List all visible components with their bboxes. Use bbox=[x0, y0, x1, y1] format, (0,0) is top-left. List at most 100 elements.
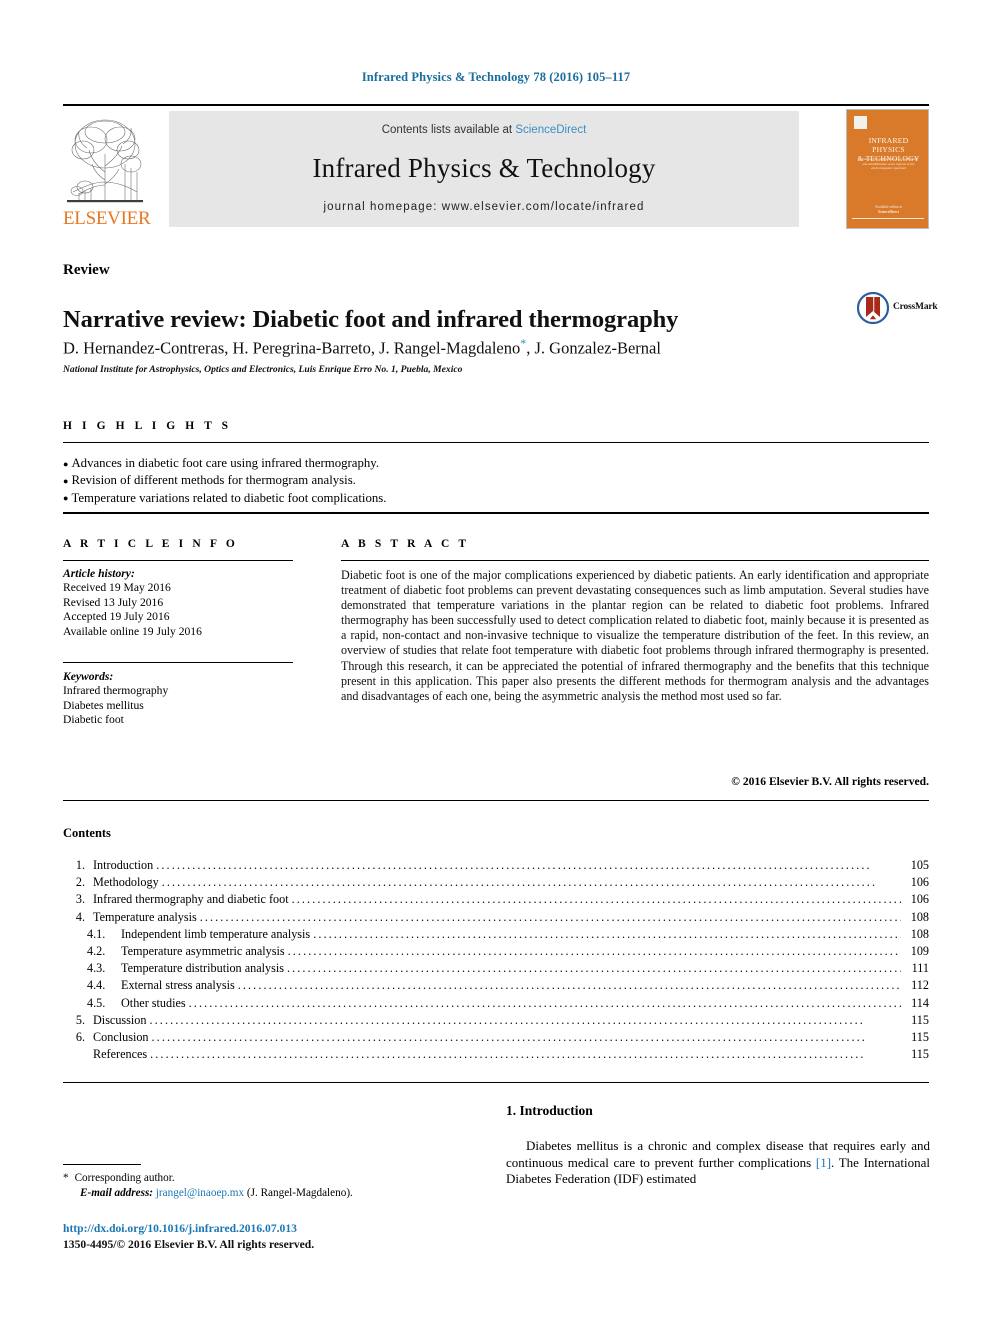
toc-page-number: 115 bbox=[911, 1012, 929, 1027]
elsevier-tree-icon bbox=[65, 114, 145, 206]
toc-row[interactable]: References..............................… bbox=[63, 1047, 929, 1064]
toc-leader-dots: ........................................… bbox=[313, 926, 901, 941]
contents-prefix: Contents lists available at bbox=[381, 124, 516, 136]
highlights-heading: H I G H L I G H T S bbox=[63, 420, 232, 432]
toc-row[interactable]: 6. Conclusion............................… bbox=[63, 1030, 929, 1047]
affiliation: National Institute for Astrophysics, Opt… bbox=[63, 364, 463, 375]
crossmark-label: CrossMark bbox=[893, 302, 938, 312]
toc-row[interactable]: 2. Methodology...........................… bbox=[63, 875, 929, 892]
abstract-text: Diabetic foot is one of the major compli… bbox=[341, 568, 929, 703]
abstract-heading: A B S T R A C T bbox=[341, 538, 470, 550]
toc-row[interactable]: 4.1. Independent limb temperature analysi… bbox=[63, 927, 929, 944]
toc-title[interactable]: Independent limb temperature analysis bbox=[121, 927, 310, 942]
highlights-top-rule bbox=[63, 442, 929, 443]
toc-number: 4.1. bbox=[87, 926, 106, 941]
issn-copyright-line: 1350-4495/© 2016 Elsevier B.V. All right… bbox=[63, 1238, 315, 1251]
contents-heading: Contents bbox=[63, 826, 111, 840]
toc-row[interactable]: 3. Infrared thermography and diabetic foo… bbox=[63, 892, 929, 909]
toc-leader-dots: ........................................… bbox=[150, 1047, 866, 1062]
running-head-citation: Infrared Physics & Technology 78 (2016) … bbox=[361, 70, 631, 84]
keyword-item: Diabetes mellitus bbox=[63, 698, 144, 712]
toc-title[interactable]: Conclusion bbox=[93, 1030, 149, 1045]
toc-page-number: 114 bbox=[911, 995, 929, 1010]
highlight-text: Advances in diabetic foot care using inf… bbox=[71, 456, 380, 470]
toc-title[interactable]: Infrared thermography and diabetic foot bbox=[93, 892, 289, 907]
author-list: D. Hernandez-Contreras, H. Peregrina-Bar… bbox=[63, 336, 853, 359]
toc-row[interactable]: 5. Discussion............................… bbox=[63, 1013, 929, 1030]
email-link[interactable]: jrangel@inaoep.mx bbox=[156, 1187, 244, 1199]
toc-number: 5. bbox=[75, 1012, 85, 1027]
toc-row[interactable]: 4.5. Other studies.......................… bbox=[63, 996, 929, 1013]
contents-bottom-rule bbox=[63, 1082, 929, 1083]
toc-row[interactable]: 4. Temperature analysis..................… bbox=[63, 910, 929, 927]
toc-title[interactable]: Temperature distribution analysis bbox=[121, 961, 284, 976]
table-of-contents: 1. Introduction..........................… bbox=[63, 858, 929, 1064]
toc-leader-dots: ........................................… bbox=[156, 858, 872, 872]
sciencedirect-link[interactable]: ScienceDirect bbox=[515, 124, 586, 136]
cover-bottom-brand: ScienceDirect bbox=[878, 210, 899, 214]
article-info-heading: A R T I C L E I N F O bbox=[63, 538, 238, 550]
email-owner: (J. Rangel-Magdaleno). bbox=[246, 1186, 353, 1199]
toc-leader-dots: ........................................… bbox=[237, 978, 901, 993]
journal-cover-thumbnail[interactable]: INFRARED PHYSICS & TECHNOLOGY A journal … bbox=[846, 109, 929, 229]
highlights-list: ● Advances in diabetic foot care using in… bbox=[63, 455, 863, 507]
toc-page-number: 109 bbox=[910, 943, 929, 958]
contents-available-line: Contents lists available at ScienceDirec… bbox=[169, 124, 799, 136]
cover-subtitle: A journal covering the infrared, far-inf… bbox=[858, 157, 919, 171]
toc-title[interactable]: Methodology bbox=[93, 875, 159, 890]
corresponding-author-note: Corresponding author. bbox=[74, 1172, 175, 1184]
introduction-paragraph: Diabetes mellitus is a chronic and compl… bbox=[506, 1138, 930, 1188]
article-history-item: Available online 19 July 2016 bbox=[63, 624, 202, 638]
toc-row[interactable]: 4.3. Temperature distribution analysis...… bbox=[63, 961, 929, 978]
toc-title[interactable]: Temperature analysis bbox=[93, 910, 197, 925]
toc-leader-dots: ........................................… bbox=[149, 1012, 865, 1027]
toc-number: 4.2. bbox=[87, 943, 106, 958]
toc-page-number: 115 bbox=[911, 1029, 929, 1044]
doi-link[interactable]: http://dx.doi.org/10.1016/j.infrared.201… bbox=[63, 1222, 297, 1235]
article-history: Article history: Received 19 May 2016 Re… bbox=[63, 567, 313, 639]
toc-number: 4.4. bbox=[87, 978, 106, 993]
toc-row[interactable]: 1. Introduction..........................… bbox=[63, 858, 929, 875]
toc-title[interactable]: Discussion bbox=[93, 1013, 147, 1028]
toc-title[interactable]: Other studies bbox=[121, 996, 186, 1011]
toc-title[interactable]: Introduction bbox=[93, 858, 153, 873]
toc-page-number: 115 bbox=[911, 1047, 929, 1062]
reference-link-1[interactable]: [1] bbox=[816, 1155, 831, 1170]
email-label: E-mail address: bbox=[80, 1186, 154, 1199]
masthead-top-rule bbox=[63, 104, 929, 106]
highlights-bottom-rule bbox=[63, 512, 929, 514]
toc-title[interactable]: External stress analysis bbox=[121, 978, 235, 993]
article-history-item: Accepted 19 July 2016 bbox=[63, 610, 170, 624]
page-title: Narrative review: Diabetic foot and infr… bbox=[63, 306, 679, 334]
toc-leader-dots: ........................................… bbox=[188, 995, 901, 1010]
toc-number: 4.3. bbox=[87, 961, 106, 976]
footnote-block: * Corresponding author. E-mail address: j… bbox=[63, 1171, 483, 1200]
toc-page-number: 112 bbox=[911, 978, 929, 993]
article-history-label: Article history: bbox=[63, 567, 135, 580]
toc-title[interactable]: References bbox=[93, 1047, 147, 1062]
toc-row[interactable]: 4.4. External stress analysis............… bbox=[63, 978, 929, 995]
crossmark-badge[interactable]: CrossMark bbox=[857, 292, 943, 326]
journal-homepage-link[interactable]: journal homepage: www.elsevier.com/locat… bbox=[169, 201, 799, 213]
highlight-text: Temperature variations related to diabet… bbox=[71, 490, 387, 505]
journal-band: Contents lists available at ScienceDirec… bbox=[169, 111, 799, 227]
paper-page: Infrared Physics & Technology 78 (2016) … bbox=[0, 0, 992, 1323]
highlight-text: Revision of different methods for thermo… bbox=[71, 473, 356, 488]
cover-bottom-note: Available online at ScienceDirect bbox=[857, 205, 920, 215]
keywords-block: Keywords: Infrared thermography Diabetes… bbox=[63, 670, 313, 728]
toc-row[interactable]: 4.2. Temperature asymmetric analysis.....… bbox=[63, 944, 929, 961]
toc-page-number: 111 bbox=[911, 961, 929, 976]
crossmark-icon bbox=[857, 292, 889, 324]
toc-number: 4.5. bbox=[87, 995, 106, 1010]
elsevier-logo: ELSEVIER bbox=[63, 112, 151, 232]
journal-title: Infrared Physics & Technology bbox=[312, 153, 656, 183]
cover-rule bbox=[852, 218, 924, 219]
toc-page-number: 108 bbox=[910, 926, 929, 941]
email-line: E-mail address: jrangel@inaoep.mx (J. Ra… bbox=[63, 1186, 483, 1201]
keywords-label: Keywords: bbox=[63, 670, 114, 683]
toc-leader-dots: ........................................… bbox=[151, 1029, 867, 1044]
toc-page-number: 106 bbox=[910, 875, 929, 890]
toc-page-number: 105 bbox=[910, 858, 929, 872]
toc-title[interactable]: Temperature asymmetric analysis bbox=[121, 944, 285, 959]
toc-number: 3. bbox=[75, 892, 85, 907]
